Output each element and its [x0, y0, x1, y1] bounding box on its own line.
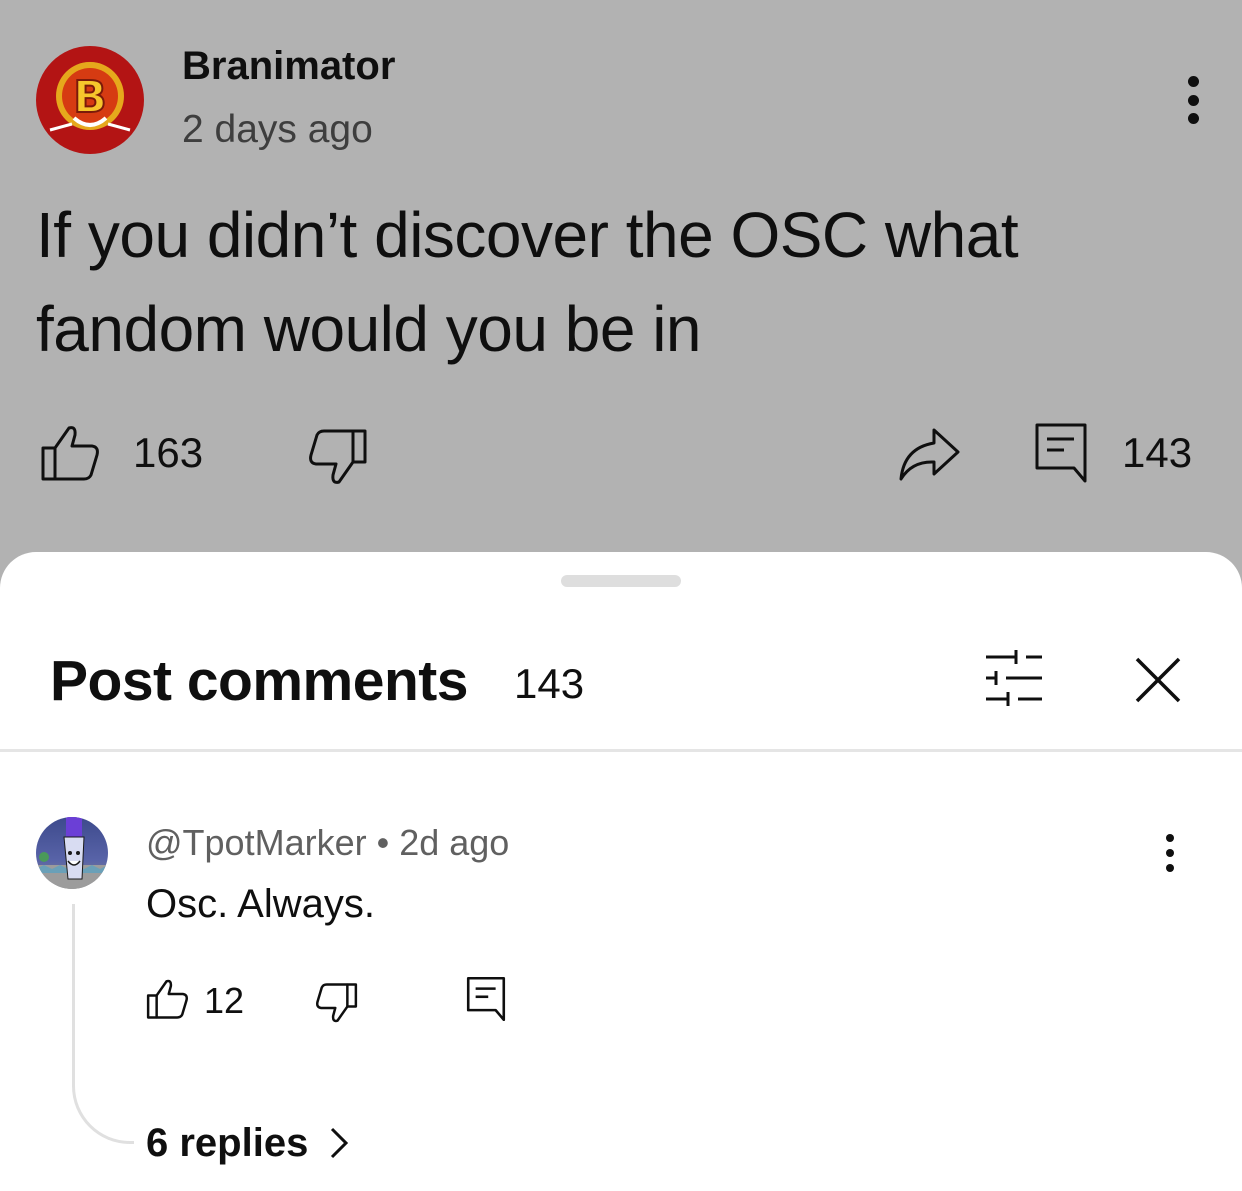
- header-divider: [0, 749, 1242, 752]
- channel-logo-icon: B: [49, 62, 131, 132]
- thumbs-up-icon[interactable]: [146, 978, 190, 1020]
- drag-handle[interactable]: [561, 575, 681, 587]
- comments-sheet: Post comments 143 @TpotMarker • 2d ago O…: [0, 552, 1242, 1191]
- thread-connector: [72, 904, 134, 1144]
- sliders-icon[interactable]: [982, 648, 1046, 708]
- more-vertical-icon: [1187, 76, 1199, 87]
- thumbs-down-icon[interactable]: [314, 982, 358, 1024]
- post-author[interactable]: Branimator: [182, 44, 395, 89]
- post-card: B Branimator 2 days ago If you didn’t di…: [0, 0, 1242, 600]
- view-replies-button[interactable]: 6 replies: [146, 1118, 350, 1168]
- thumbs-up-icon[interactable]: [40, 424, 102, 482]
- chevron-right-icon: [331, 1127, 349, 1159]
- thumbs-down-icon[interactable]: [306, 428, 368, 486]
- svg-text:B: B: [73, 72, 107, 123]
- post-comment-count: 143: [1122, 429, 1193, 476]
- comment-more-button[interactable]: [1158, 834, 1182, 872]
- commenter-avatar[interactable]: [36, 817, 108, 889]
- comment-icon[interactable]: [1034, 422, 1088, 484]
- comment-like-count: 12: [204, 980, 245, 1021]
- comment-icon[interactable]: [466, 976, 506, 1022]
- share-icon[interactable]: [898, 426, 962, 482]
- replies-label: 6 replies: [146, 1120, 309, 1165]
- close-icon[interactable]: [1128, 650, 1188, 710]
- sheet-comment-count: 143: [514, 660, 585, 707]
- sheet-title: Post comments: [50, 649, 468, 713]
- avatar-character-icon: [36, 817, 108, 889]
- post-text: If you didn’t discover the OSC what fand…: [36, 199, 1019, 365]
- channel-avatar[interactable]: B: [36, 46, 144, 154]
- comment-text: Osc. Always.: [146, 882, 375, 926]
- comment-meta[interactable]: @TpotMarker • 2d ago: [146, 822, 509, 864]
- post-timestamp: 2 days ago: [182, 108, 373, 151]
- post-more-button[interactable]: [1170, 72, 1216, 128]
- more-vertical-icon: [1166, 834, 1174, 842]
- post-like-count: 163: [133, 429, 204, 476]
